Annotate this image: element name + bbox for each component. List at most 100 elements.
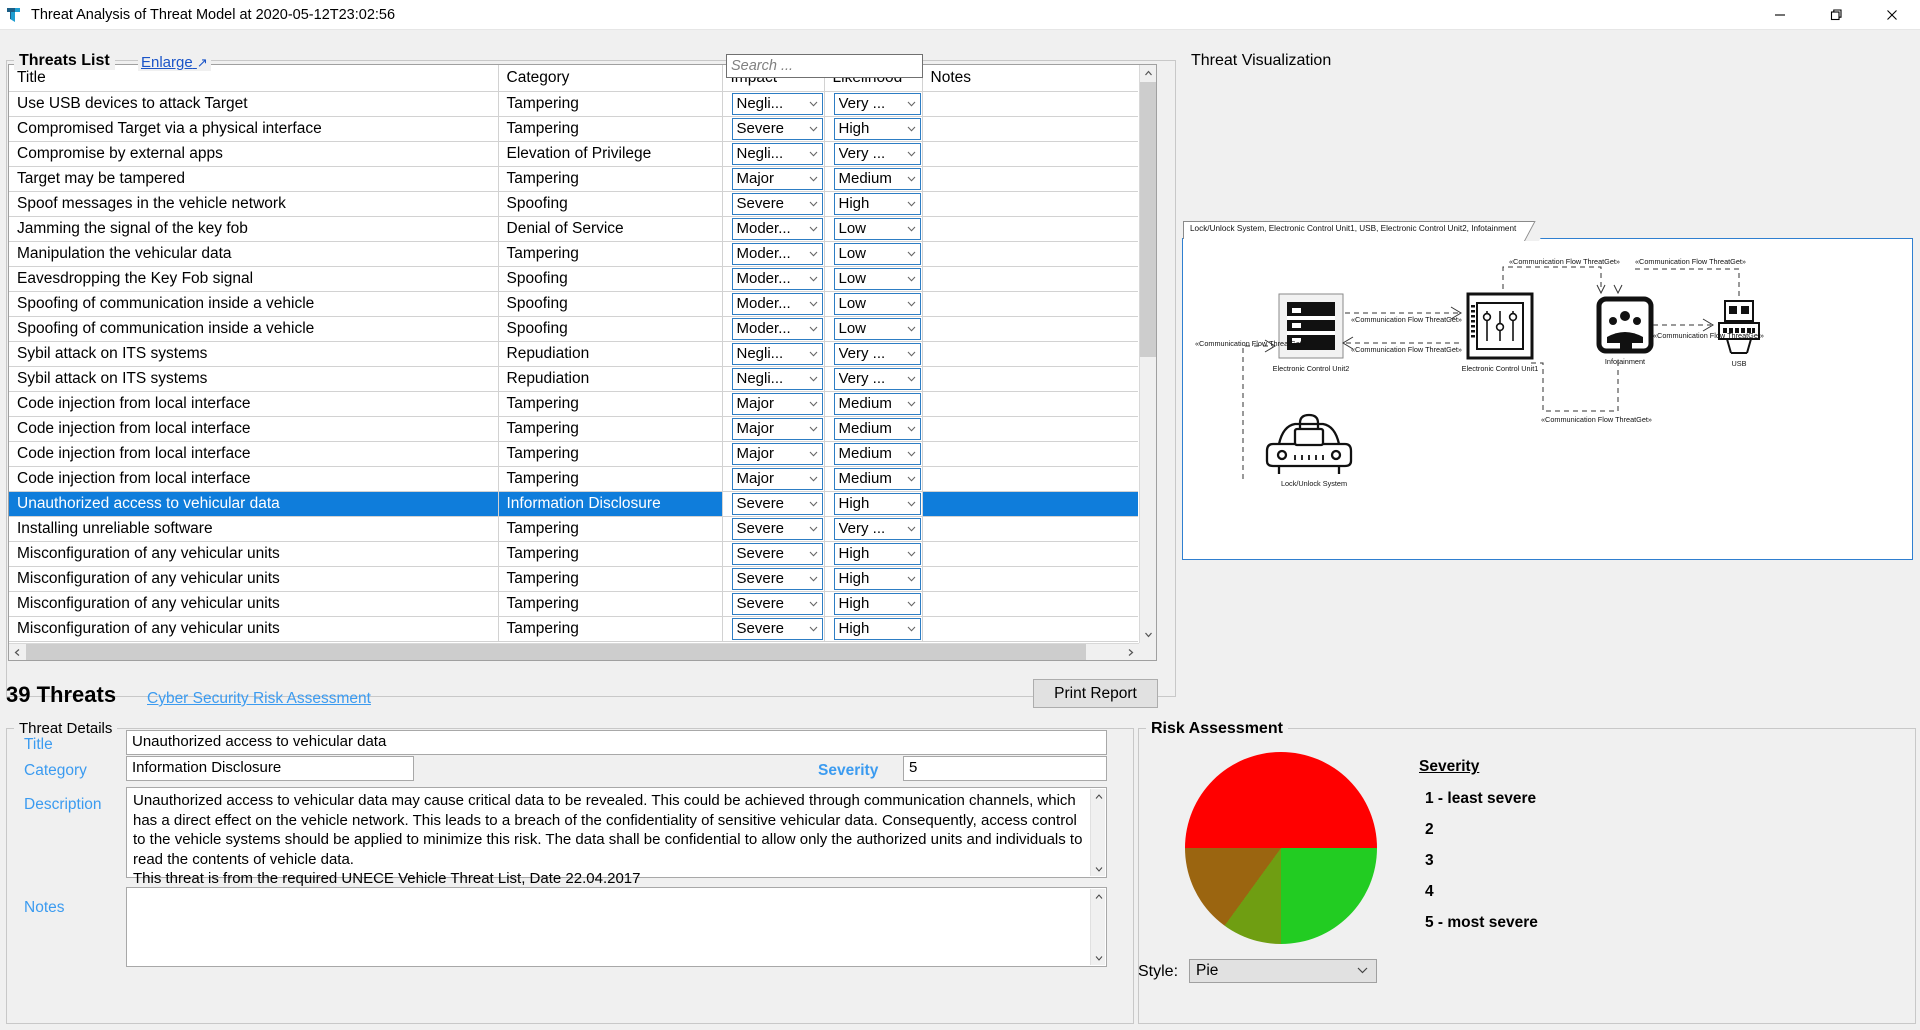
cell-impact[interactable]: Negli... xyxy=(722,141,825,167)
scroll-left-icon[interactable] xyxy=(9,644,26,660)
description-scroll-up-icon[interactable] xyxy=(1091,789,1106,804)
likelihood-select[interactable]: Very ... xyxy=(833,517,921,540)
likelihood-select[interactable]: Low xyxy=(833,217,921,240)
impact-select[interactable]: Moder... xyxy=(731,292,823,315)
likelihood-select[interactable]: Medium xyxy=(833,417,921,440)
likelihood-select[interactable]: Medium xyxy=(833,392,921,415)
likelihood-select[interactable]: Very ... xyxy=(833,92,921,115)
table-vertical-scrollbar[interactable] xyxy=(1139,65,1156,643)
likelihood-select[interactable]: Medium xyxy=(833,442,921,465)
table-row[interactable]: Extraction of vehicle data or codeTamper… xyxy=(9,641,1138,642)
cell-impact[interactable]: Major xyxy=(722,166,825,192)
cell-likelihood[interactable]: Low xyxy=(824,266,923,292)
cell-likelihood[interactable]: High xyxy=(824,491,923,517)
cell-impact[interactable]: Negli... xyxy=(722,91,825,117)
table-row[interactable]: Misconfiguration of any vehicular units T… xyxy=(9,616,1138,642)
severity-field[interactable]: 5 xyxy=(903,756,1107,781)
table-row[interactable]: Jamming the signal of the key fob Denial … xyxy=(9,216,1138,242)
notes-field[interactable] xyxy=(126,887,1107,967)
cell-likelihood[interactable]: Very ... xyxy=(824,516,923,542)
cell-likelihood[interactable]: Very ... xyxy=(824,341,923,367)
cell-notes[interactable] xyxy=(922,216,1138,242)
cell-likelihood[interactable]: Very ... xyxy=(824,366,923,392)
cyber-security-risk-assessment-link[interactable]: Cyber Security Risk Assessment xyxy=(147,690,371,708)
cell-impact[interactable]: Severe xyxy=(722,516,825,542)
cell-likelihood[interactable]: Low xyxy=(824,241,923,267)
cell-impact[interactable]: Moder... xyxy=(722,216,825,242)
cell-likelihood[interactable]: High xyxy=(824,191,923,217)
table-horizontal-scrollbar[interactable] xyxy=(9,643,1139,660)
cell-likelihood[interactable]: High xyxy=(824,591,923,617)
cell-notes[interactable] xyxy=(922,441,1138,467)
description-field[interactable]: Unauthorized access to vehicular data ma… xyxy=(126,787,1107,887)
impact-select[interactable]: Major xyxy=(731,417,823,440)
cell-impact[interactable]: Severe xyxy=(722,566,825,592)
cell-notes[interactable] xyxy=(922,116,1138,142)
cell-impact[interactable]: Severe xyxy=(722,191,825,217)
table-row[interactable]: Misconfiguration of any vehicular units T… xyxy=(9,541,1138,567)
impact-select[interactable]: Severe xyxy=(731,117,823,140)
threat-diagram-canvas[interactable]: Lock/Unlock System, Electronic Control U… xyxy=(1182,221,1913,560)
impact-select[interactable]: Severe xyxy=(731,517,823,540)
likelihood-select[interactable]: High xyxy=(833,117,921,140)
impact-select[interactable]: Negli... xyxy=(731,367,823,390)
impact-select[interactable]: Negli... xyxy=(731,342,823,365)
impact-select[interactable]: Severe xyxy=(731,592,823,615)
table-row[interactable]: Code injection from local interface Tampe… xyxy=(9,466,1138,492)
table-row[interactable]: Compromised Target via a physical interf… xyxy=(9,116,1138,142)
likelihood-select[interactable]: Very ... xyxy=(833,342,921,365)
likelihood-select[interactable]: Medium xyxy=(833,467,921,490)
likelihood-select[interactable]: High xyxy=(833,592,921,615)
minimize-button[interactable] xyxy=(1752,0,1808,30)
impact-select[interactable]: Moder... xyxy=(731,317,823,340)
table-row[interactable]: Code injection from local interface Tampe… xyxy=(9,416,1138,442)
impact-select[interactable]: Severe xyxy=(731,492,823,515)
cell-impact[interactable]: Severe xyxy=(722,541,825,567)
cell-notes[interactable] xyxy=(922,191,1138,217)
cell-likelihood[interactable]: Medium xyxy=(824,416,923,442)
likelihood-select[interactable]: Very ... xyxy=(833,142,921,165)
search-input[interactable]: Search ... xyxy=(726,54,923,78)
impact-select[interactable]: Severe xyxy=(731,192,823,215)
likelihood-select[interactable]: Low xyxy=(833,242,921,265)
cell-impact[interactable]: Severe xyxy=(722,616,825,642)
table-row[interactable]: Code injection from local interface Tampe… xyxy=(9,391,1138,417)
likelihood-select[interactable]: High xyxy=(833,192,921,215)
likelihood-select[interactable]: Low xyxy=(833,292,921,315)
table-row[interactable]: Manipulation the vehicular data Tampering… xyxy=(9,241,1138,267)
cell-impact[interactable]: Major xyxy=(722,416,825,442)
cell-notes[interactable] xyxy=(922,141,1138,167)
category-field[interactable]: Information Disclosure xyxy=(126,756,414,781)
likelihood-select[interactable]: Medium xyxy=(833,167,921,190)
cell-impact[interactable]: Major xyxy=(722,441,825,467)
notes-scroll-down-icon[interactable] xyxy=(1091,950,1106,965)
scroll-right-icon[interactable] xyxy=(1122,644,1139,660)
table-row[interactable]: Eavesdropping the Key Fob signal Spoofing… xyxy=(9,266,1138,292)
table-row[interactable]: Spoof messages in the vehicle network Spo… xyxy=(9,191,1138,217)
cell-notes[interactable] xyxy=(922,541,1138,567)
impact-select[interactable]: Negli... xyxy=(731,142,823,165)
table-row[interactable]: Use USB devices to attack Target Tamperin… xyxy=(9,91,1138,117)
cell-notes[interactable] xyxy=(922,416,1138,442)
cell-impact[interactable]: Moder... xyxy=(722,291,825,317)
scroll-down-icon[interactable] xyxy=(1140,626,1156,643)
impact-select[interactable]: Major xyxy=(731,467,823,490)
cell-impact[interactable]: Severe xyxy=(722,591,825,617)
cell-notes[interactable] xyxy=(922,266,1138,292)
cell-likelihood[interactable]: High xyxy=(824,541,923,567)
close-button[interactable] xyxy=(1864,0,1920,30)
cell-notes[interactable] xyxy=(922,516,1138,542)
table-row[interactable]: Misconfiguration of any vehicular units T… xyxy=(9,566,1138,592)
impact-select[interactable]: Severe xyxy=(731,617,823,640)
cell-impact[interactable]: Moder... xyxy=(722,241,825,267)
cell-likelihood[interactable]: Low xyxy=(824,316,923,342)
table-row[interactable]: Installing unreliable software Tampering S… xyxy=(9,516,1138,542)
horizontal-scroll-thumb[interactable] xyxy=(26,644,1086,660)
cell-impact[interactable]: Severe xyxy=(722,641,825,642)
description-scroll-down-icon[interactable] xyxy=(1091,861,1106,876)
cell-notes[interactable] xyxy=(922,591,1138,617)
table-row[interactable]: Misconfiguration of any vehicular units T… xyxy=(9,591,1138,617)
table-row[interactable]: Code injection from local interface Tampe… xyxy=(9,441,1138,467)
table-row[interactable]: Sybil attack on ITS systems Repudiation Ne… xyxy=(9,341,1138,367)
column-header-category[interactable]: Category xyxy=(498,65,723,92)
